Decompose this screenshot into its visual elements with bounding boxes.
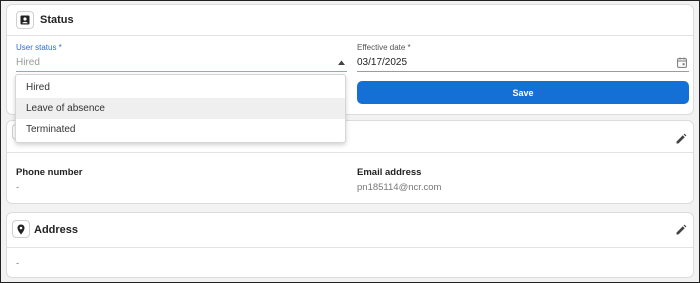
contact-divider: [7, 152, 693, 153]
option-terminated[interactable]: Terminated: [16, 119, 345, 140]
option-hired[interactable]: Hired: [16, 77, 345, 98]
calendar-icon[interactable]: [677, 57, 687, 68]
phone-number-value: -: [16, 182, 20, 193]
effective-date-value: 03/17/2025: [357, 57, 408, 68]
user-status-label: User status *: [16, 43, 62, 52]
effective-date-label: Effective date *: [357, 43, 411, 52]
user-status-select[interactable]: Hired: [16, 54, 347, 72]
email-address-label: Email address: [357, 167, 422, 178]
contact-card-icon: [16, 11, 34, 29]
address-pencil-icon[interactable]: [675, 224, 687, 236]
option-leave-of-absence[interactable]: Leave of absence: [16, 98, 345, 119]
map-pin-icon: [12, 220, 30, 238]
address-divider: [7, 247, 693, 248]
address-card: Address -: [6, 212, 694, 278]
user-status-placeholder: Hired: [16, 57, 40, 68]
effective-date-input[interactable]: 03/17/2025: [357, 54, 689, 72]
pencil-icon[interactable]: [675, 133, 687, 145]
status-divider: [7, 35, 693, 36]
caret-up-icon: [338, 60, 345, 65]
address-value: -: [16, 258, 20, 269]
address-title: Address: [34, 224, 79, 236]
user-status-dropdown: Hired Leave of absence Terminated: [15, 74, 346, 143]
email-address-value: pn185114@ncr.com: [357, 182, 442, 193]
phone-number-label: Phone number: [16, 167, 83, 178]
save-button[interactable]: Save: [357, 81, 689, 104]
status-title: Status: [40, 14, 74, 26]
